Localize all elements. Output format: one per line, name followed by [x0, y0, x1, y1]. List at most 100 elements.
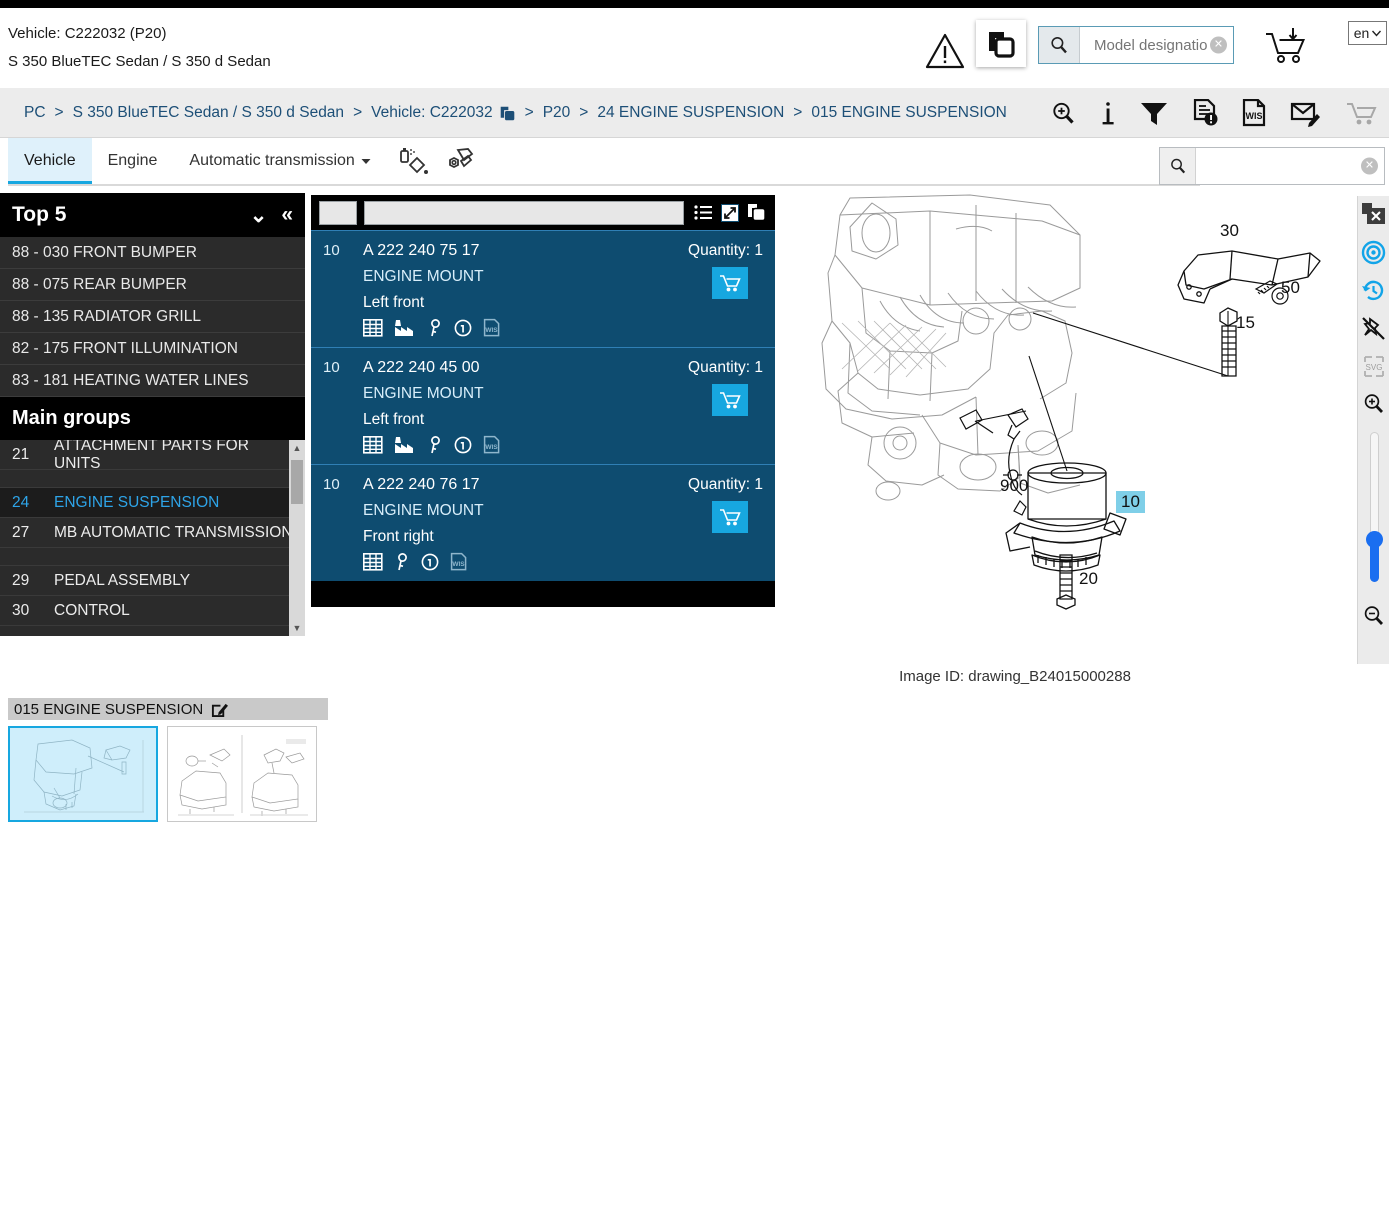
main-group-item-30[interactable]: 30 CONTROL	[0, 596, 305, 626]
duplicate-icon[interactable]	[747, 203, 767, 222]
search-icon[interactable]	[1039, 27, 1080, 63]
table-icon[interactable]	[363, 318, 383, 337]
triangle-up-icon[interactable]: ▲	[289, 440, 305, 456]
paint-color-icon[interactable]	[397, 138, 431, 177]
main-group-num: 29	[12, 571, 30, 589]
part-position: 10	[323, 242, 340, 259]
part-quantity: Quantity: 1	[688, 359, 763, 377]
key-icon[interactable]	[427, 435, 443, 454]
top5-item-0[interactable]: 88 - 030 FRONT BUMPER	[0, 237, 305, 269]
filter-icon[interactable]	[1139, 100, 1169, 127]
scrollbar-thumb[interactable]	[291, 460, 303, 504]
callout-10-highlighted[interactable]: 10	[1116, 491, 1145, 513]
tab-automatic-transmission[interactable]: Automatic transmission	[173, 138, 386, 181]
main-group-item-21[interactable]: 21 ATTACHMENT PARTS FOR UNITS	[0, 440, 305, 472]
expand-icon[interactable]	[721, 203, 739, 222]
edit-pencil-icon[interactable]	[211, 701, 229, 718]
cart-icon[interactable]	[1345, 100, 1377, 127]
top5-item-4[interactable]: 83 - 181 HEATING WATER LINES	[0, 365, 305, 397]
callout-20[interactable]: 20	[1079, 569, 1098, 589]
top5-item-3[interactable]: 82 - 175 FRONT ILLUMINATION	[0, 333, 305, 365]
model-designation-input-wrap[interactable]: ✕	[1080, 27, 1233, 63]
part-row[interactable]: 10 A 222 240 75 17 ENGINE MOUNT Left fro…	[311, 230, 775, 347]
part-row[interactable]: 10 A 222 240 76 17 ENGINE MOUNT Front ri…	[311, 464, 775, 581]
wis-document-icon[interactable]: WIS	[1242, 99, 1267, 127]
add-to-cart-icon[interactable]	[712, 501, 748, 533]
warning-triangle-icon[interactable]	[925, 32, 965, 70]
model-designation-search[interactable]: ✕	[1038, 26, 1234, 64]
language-selector[interactable]: en	[1348, 21, 1387, 45]
callout-30[interactable]: 30	[1220, 221, 1239, 241]
zoom-out-icon[interactable]	[1360, 602, 1388, 630]
svg-export-icon[interactable]: SVG	[1360, 352, 1388, 380]
parts-filter-pos-box[interactable]	[319, 200, 357, 225]
info-icon[interactable]	[1100, 100, 1116, 127]
unpin-icon[interactable]	[1360, 314, 1388, 342]
top5-item-1[interactable]: 88 - 075 REAR BUMPER	[0, 269, 305, 301]
breadcrumb-item-vehicle[interactable]: Vehicle: C222032	[371, 104, 493, 122]
main-group-item-24[interactable]: 24 ENGINE SUSPENSION	[0, 488, 305, 518]
main-group-spacer	[0, 470, 305, 488]
breadcrumb-item-model[interactable]: S 350 BlueTEC Sedan / S 350 d Sedan	[73, 104, 344, 122]
document-alert-icon[interactable]	[1192, 99, 1219, 127]
key-icon[interactable]	[427, 318, 443, 337]
target-reset-icon[interactable]	[1360, 238, 1388, 266]
info-circle-icon[interactable]	[454, 319, 472, 337]
search-icon[interactable]	[1160, 148, 1196, 184]
wis-icon[interactable]: WIS	[483, 318, 500, 337]
add-to-cart-icon[interactable]	[712, 384, 748, 416]
callout-15[interactable]: 15	[1236, 313, 1255, 333]
breadcrumb-item-group[interactable]: 24 ENGINE SUSPENSION	[597, 104, 784, 122]
factory-icon[interactable]	[394, 436, 416, 454]
parts-search-input-wrap[interactable]: ✕	[1196, 148, 1384, 184]
breadcrumb-item-subgroup[interactable]: 015 ENGINE SUSPENSION	[811, 104, 1007, 122]
close-window-icon[interactable]	[1360, 200, 1388, 228]
callout-50[interactable]: 50	[1281, 278, 1300, 298]
breadcrumb-item-pc[interactable]: PC	[24, 104, 46, 122]
left-sidebar: Top 5 ⌄ « 88 - 030 FRONT BUMPER 88 - 075…	[0, 193, 305, 636]
chevron-double-left-icon[interactable]: «	[281, 203, 293, 227]
zoom-in-icon[interactable]	[1360, 390, 1388, 418]
factory-icon[interactable]	[394, 319, 416, 337]
thumbnail-drawing-2[interactable]	[167, 726, 317, 822]
vehicle-info-block: Vehicle: C222032 (P20) S 350 BlueTEC Sed…	[8, 24, 271, 72]
fastener-parts-icon[interactable]	[441, 138, 475, 177]
main-groups-scrollbar[interactable]: ▲ ▼	[289, 440, 305, 636]
copy-documents-icon[interactable]	[976, 20, 1026, 67]
part-row-icons: WIS	[363, 552, 763, 571]
parts-filter-text-box[interactable]	[364, 200, 684, 225]
parts-search-input[interactable]	[1196, 148, 1384, 184]
wis-icon[interactable]: WIS	[483, 435, 500, 454]
top5-item-2[interactable]: 88 - 135 RADIATOR GRILL	[0, 301, 305, 333]
table-icon[interactable]	[363, 552, 383, 571]
zoom-slider[interactable]	[1365, 432, 1383, 582]
zoom-in-icon[interactable]	[1050, 100, 1077, 127]
cart-add-icon[interactable]	[1263, 28, 1308, 66]
info-circle-icon[interactable]	[421, 553, 439, 571]
add-to-cart-icon[interactable]	[712, 267, 748, 299]
wis-icon[interactable]: WIS	[450, 552, 467, 571]
technical-drawing[interactable]: 30 50 15 900 10 20	[780, 193, 1355, 648]
history-undo-icon[interactable]	[1360, 276, 1388, 304]
part-row[interactable]: 10 A 222 240 45 00 ENGINE MOUNT Left fro…	[311, 347, 775, 464]
info-circle-icon[interactable]	[454, 436, 472, 454]
main-group-item-27[interactable]: 27 MB AUTOMATIC TRANSMISSION	[0, 518, 305, 548]
copy-icon[interactable]	[499, 105, 516, 122]
chevron-up-icon[interactable]: ⌄	[250, 203, 268, 228]
tab-engine[interactable]: Engine	[92, 138, 174, 181]
main-group-item-29[interactable]: 29 PEDAL ASSEMBLY	[0, 566, 305, 596]
list-view-icon[interactable]	[694, 204, 713, 221]
tab-vehicle[interactable]: Vehicle	[8, 138, 92, 184]
clear-x-icon[interactable]: ✕	[1361, 157, 1378, 175]
breadcrumb-item-p20[interactable]: P20	[543, 104, 571, 122]
clear-x-icon[interactable]: ✕	[1210, 36, 1227, 54]
callout-900[interactable]: 900	[1000, 476, 1028, 496]
table-icon[interactable]	[363, 435, 383, 454]
vehicle-model-label: S 350 BlueTEC Sedan / S 350 d Sedan	[8, 53, 271, 70]
zoom-slider-knob[interactable]	[1365, 531, 1383, 548]
thumbnail-drawing-1[interactable]	[8, 726, 158, 822]
triangle-down-icon[interactable]: ▼	[289, 620, 305, 636]
key-icon[interactable]	[394, 552, 410, 571]
parts-search-box[interactable]: ✕	[1159, 147, 1385, 185]
mail-edit-icon[interactable]	[1290, 100, 1322, 127]
